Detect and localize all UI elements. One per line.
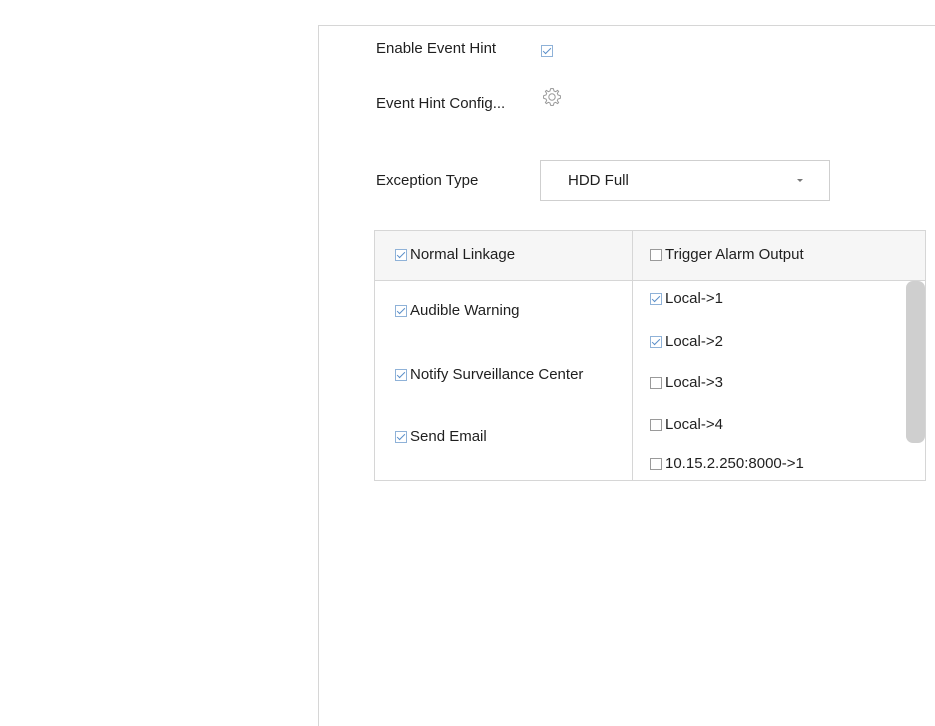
list-item-audible-warning[interactable]: Audible Warning (395, 302, 520, 319)
trigger-alarm-output-checkbox[interactable] (650, 248, 662, 261)
list-item-local-4[interactable]: Local->4 (650, 416, 723, 433)
normal-linkage-label: Normal Linkage (410, 246, 516, 263)
normal-linkage-header[interactable]: Normal Linkage (395, 246, 515, 263)
trigger-alarm-output-label: Trigger Alarm Output (665, 246, 804, 263)
send-email-label: Send Email (410, 428, 487, 445)
list-item-local-3[interactable]: Local->3 (650, 374, 723, 391)
list-item-ip-channel[interactable]: 10.15.2.250:8000->1 (650, 455, 804, 472)
notify-surveillance-center-checkbox[interactable] (395, 368, 407, 381)
list-item-notify-surveillance-center[interactable]: Notify Surveillance Center (395, 366, 583, 383)
notify-surveillance-center-label: Notify Surveillance Center (410, 366, 584, 383)
column-divider (632, 231, 633, 480)
local-1-label: Local->1 (665, 290, 723, 307)
trigger-list-scrollbar[interactable] (906, 281, 925, 443)
send-email-checkbox[interactable] (395, 430, 407, 443)
local-4-checkbox[interactable] (650, 418, 662, 431)
trigger-alarm-output-header[interactable]: Trigger Alarm Output (650, 246, 804, 263)
exception-type-select[interactable]: HDD Full (540, 160, 830, 201)
local-3-checkbox[interactable] (650, 376, 662, 389)
exception-type-value: HDD Full (568, 172, 629, 189)
enable-event-hint-label: Enable Event Hint (376, 40, 497, 57)
enable-event-hint-checkbox[interactable] (541, 45, 553, 58)
local-3-label: Local->3 (665, 374, 723, 391)
audible-warning-label: Audible Warning (410, 302, 520, 319)
list-item-local-2[interactable]: Local->2 (650, 333, 723, 350)
ip-channel-checkbox[interactable] (650, 457, 662, 470)
local-2-label: Local->2 (665, 333, 723, 350)
list-item-send-email[interactable]: Send Email (395, 428, 487, 445)
exception-type-label: Exception Type (376, 172, 479, 189)
gear-icon[interactable] (540, 85, 564, 109)
list-item-local-1[interactable]: Local->1 (650, 290, 723, 307)
event-hint-config-label: Event Hint Config... (376, 95, 506, 112)
audible-warning-checkbox[interactable] (395, 304, 407, 317)
local-2-checkbox[interactable] (650, 335, 662, 348)
caret-down-icon[interactable] (797, 179, 803, 182)
local-4-label: Local->4 (665, 416, 723, 433)
normal-linkage-checkbox[interactable] (395, 248, 407, 261)
local-1-checkbox[interactable] (650, 292, 662, 305)
ip-channel-label: 10.15.2.250:8000->1 (665, 455, 804, 472)
